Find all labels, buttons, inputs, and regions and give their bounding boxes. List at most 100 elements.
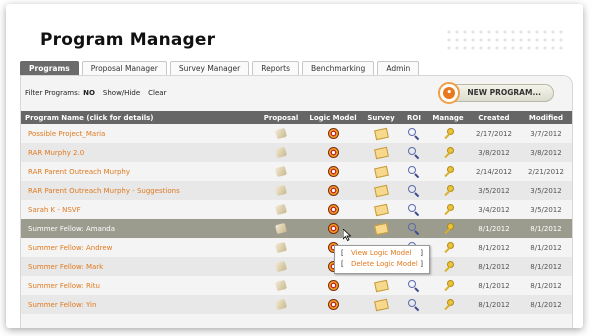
tab-admin[interactable]: Admin — [377, 61, 420, 75]
survey-envelope-icon[interactable] — [373, 184, 389, 197]
proposal-cell — [258, 162, 304, 181]
popup-bracket-close: ] — [420, 249, 423, 257]
popup-bracket-open: [ — [341, 249, 344, 257]
delete-logic-model-link[interactable]: Delete Logic Model — [351, 260, 418, 268]
survey-envelope-icon[interactable] — [373, 298, 389, 311]
proposal-cell — [258, 295, 304, 314]
program-name-link[interactable]: RAR Murphy 2.0 — [21, 143, 258, 162]
tab-programs[interactable]: Programs — [20, 61, 79, 75]
proposal-cell — [258, 143, 304, 162]
proposal-document-icon[interactable] — [275, 241, 287, 254]
manage-cell — [428, 219, 468, 238]
key-icon[interactable] — [443, 280, 454, 291]
proposal-cell — [258, 200, 304, 219]
proposal-cell — [258, 219, 304, 238]
program-name-link[interactable]: RAR Parent Outreach Murphy - Suggestions — [21, 181, 258, 200]
survey-cell — [362, 162, 400, 181]
program-name-link[interactable]: Summer Fellow: Andrew — [21, 238, 258, 257]
tab-proposal-manager[interactable]: Proposal Manager — [81, 61, 167, 75]
column-header-program-name[interactable]: Program Name (click for details) — [21, 111, 258, 124]
proposal-document-icon[interactable] — [275, 146, 287, 159]
clear-link[interactable]: Clear — [148, 89, 166, 97]
modified-date: 3/5/2012 — [530, 205, 562, 214]
manage-cell — [428, 257, 468, 276]
proposal-document-icon[interactable] — [275, 203, 287, 216]
survey-envelope-icon[interactable] — [373, 279, 389, 292]
magnifier-icon[interactable] — [408, 279, 420, 292]
proposal-document-icon[interactable] — [275, 279, 287, 292]
survey-cell — [362, 143, 400, 162]
proposal-document-icon[interactable] — [275, 127, 287, 140]
survey-cell — [362, 200, 400, 219]
table-row: Summer Fellow: Amanda 8/1/2012 8/1/2012 — [21, 219, 572, 238]
decorative-dots — [445, 28, 565, 54]
logic-model-target-icon[interactable] — [327, 223, 339, 234]
program-name-link[interactable]: Summer Fellow: Amanda — [21, 219, 258, 238]
survey-envelope-icon[interactable] — [373, 203, 389, 216]
magnifier-icon[interactable] — [408, 127, 420, 140]
created-date: 8/1/2012 — [478, 224, 510, 233]
key-icon[interactable] — [443, 261, 454, 272]
program-name-link[interactable]: RAR Parent Outreach Murphy — [21, 162, 258, 181]
show-hide-link[interactable]: Show/Hide — [103, 89, 140, 97]
tab-reports[interactable]: Reports — [252, 61, 299, 75]
logic-model-target-icon[interactable] — [327, 185, 339, 196]
proposal-document-icon[interactable] — [275, 260, 287, 273]
logic-model-cell — [304, 200, 362, 219]
table-row: Summer Fellow: Mark 8/1/2012 8/1/2012 — [21, 257, 572, 276]
program-name-link[interactable]: Sarah K - NSVF — [21, 200, 258, 219]
program-name-link[interactable]: Possible Project_Maria — [21, 124, 258, 143]
roi-cell — [400, 181, 428, 200]
logic-model-target-icon[interactable] — [327, 280, 339, 291]
logic-model-target-icon[interactable] — [327, 204, 339, 215]
proposal-document-icon[interactable] — [275, 184, 287, 197]
survey-cell — [362, 219, 400, 238]
modified-date: 3/8/2012 — [530, 148, 562, 157]
magnifier-icon[interactable] — [408, 165, 420, 178]
magnifier-icon[interactable] — [408, 203, 420, 216]
key-icon[interactable] — [443, 242, 454, 253]
logic-model-target-icon[interactable] — [327, 147, 339, 158]
program-name-link[interactable]: Summer Fellow: Mark — [21, 257, 258, 276]
key-icon[interactable] — [443, 128, 454, 139]
column-header-roi: ROI — [407, 113, 421, 122]
tab-survey-manager[interactable]: Survey Manager — [169, 61, 250, 75]
survey-envelope-icon[interactable] — [373, 146, 389, 159]
mouse-pointer-icon — [343, 229, 351, 241]
key-icon[interactable] — [443, 299, 454, 310]
key-icon[interactable] — [443, 166, 454, 177]
manage-cell — [428, 276, 468, 295]
created-date: 8/1/2012 — [478, 281, 510, 290]
magnifier-icon[interactable] — [408, 222, 420, 235]
logic-model-target-icon[interactable] — [327, 166, 339, 177]
program-name-link[interactable]: Summer Fellow: Ritu — [21, 276, 258, 295]
tab-bar: Programs Proposal Manager Survey Manager… — [20, 61, 420, 75]
program-name-link[interactable]: Summer Fellow: Yin — [21, 295, 258, 314]
survey-envelope-icon[interactable] — [373, 165, 389, 178]
magnifier-icon[interactable] — [408, 184, 420, 197]
view-logic-model-link[interactable]: View Logic Model — [351, 249, 411, 257]
magnifier-icon[interactable] — [408, 298, 420, 311]
survey-envelope-icon[interactable] — [373, 127, 389, 140]
logic-model-target-icon[interactable] — [327, 128, 339, 139]
created-date: 3/8/2012 — [478, 148, 510, 157]
proposal-document-icon[interactable] — [275, 298, 287, 311]
tab-benchmarking[interactable]: Benchmarking — [302, 61, 375, 75]
new-program-button[interactable]: • NEW PROGRAM... — [438, 82, 554, 104]
manage-cell — [428, 162, 468, 181]
key-icon[interactable] — [443, 185, 454, 196]
key-icon[interactable] — [443, 204, 454, 215]
table-row: RAR Parent Outreach Murphy - Suggestions… — [21, 181, 572, 200]
manage-cell — [428, 295, 468, 314]
logic-model-target-icon[interactable] — [327, 299, 339, 310]
proposal-document-icon[interactable] — [275, 222, 287, 235]
survey-cell — [362, 124, 400, 143]
logic-model-cell — [304, 181, 362, 200]
key-icon[interactable] — [443, 147, 454, 158]
programs-panel: Filter Programs: NO Show/Hide Clear • NE… — [20, 75, 573, 328]
table-row: RAR Murphy 2.0 3/8/2012 3/8/2012 — [21, 143, 572, 162]
survey-envelope-icon[interactable] — [373, 222, 389, 235]
key-icon[interactable] — [443, 223, 454, 234]
magnifier-icon[interactable] — [408, 146, 420, 159]
proposal-document-icon[interactable] — [275, 165, 287, 178]
